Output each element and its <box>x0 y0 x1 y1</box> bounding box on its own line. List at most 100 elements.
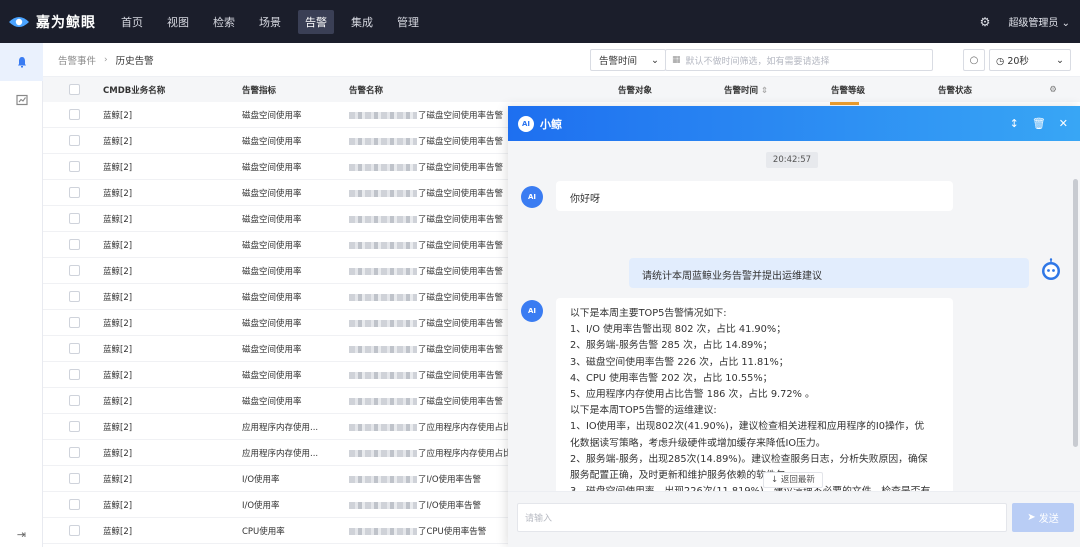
nav-item-5[interactable]: 集成 <box>344 10 380 34</box>
redacted-text <box>349 137 417 145</box>
redacted-text <box>349 449 417 457</box>
refresh-interval-select[interactable]: ◷ 20秒 ⌄ <box>989 49 1071 71</box>
logo-text: 嘉为鲸眼 <box>36 14 96 31</box>
row-checkbox[interactable] <box>69 161 80 172</box>
cell-alert-name-text: 了磁盘空间使用率告警 <box>418 214 504 225</box>
answer-line: 2、服务端-服务，出现285次(14.89%)。建议检查服务日志，分析失败原因，… <box>570 453 928 465</box>
breadcrumb-bar: 告警事件 › 历史告警 告警时间 ⌄ ▦ 默认不做时间筛选，如有需要请选择 ○ … <box>43 43 1080 77</box>
cell-indicator: I/O使用率 <box>242 500 280 511</box>
resize-vertical-icon[interactable]: ↕ <box>1010 117 1019 130</box>
row-checkbox[interactable] <box>69 109 80 120</box>
cell-alert-name-text: 了磁盘空间使用率告警 <box>418 396 504 407</box>
cell-indicator: 磁盘空间使用率 <box>242 318 302 329</box>
left-sidebar: ⇥ <box>0 43 43 547</box>
nav-item-2[interactable]: 检索 <box>206 10 242 34</box>
chevron-down-icon: ⌄ <box>1056 54 1064 66</box>
nav-item-1[interactable]: 视图 <box>160 10 196 34</box>
sidebar-alert-icon[interactable] <box>0 43 43 81</box>
date-range-picker[interactable]: ▦ 默认不做时间筛选，如有需要请选择 <box>665 49 933 71</box>
user-menu[interactable]: 超级管理员 ⌄ <box>1008 14 1070 29</box>
sidebar-expand-icon[interactable]: ⇥ <box>0 528 43 541</box>
cell-biz: 蓝鲸[2] <box>103 292 133 303</box>
breadcrumb-parent[interactable]: 告警事件 <box>58 53 96 67</box>
back-to-latest-button[interactable]: ↓ 返回最新 <box>763 472 823 488</box>
ai-answer-bubble: 以下是本周主要TOP5告警情况如下: 1、I/O 使用率告警出现 802 次，占比… <box>556 298 953 498</box>
cell-indicator: 磁盘空间使用率 <box>242 214 302 225</box>
settings-gear-icon[interactable]: ⚙ <box>980 15 991 29</box>
clear-trash-icon[interactable]: 🗑 <box>1032 117 1046 130</box>
back-to-latest-label: 返回最新 <box>780 475 815 485</box>
cell-alert-name-text: 了CPU使用率告警 <box>418 526 487 537</box>
cell-alert-name-text: 了磁盘空间使用率告警 <box>418 292 504 303</box>
row-checkbox[interactable] <box>69 291 80 302</box>
row-checkbox[interactable] <box>69 369 80 380</box>
chat-scrollbar[interactable] <box>1073 179 1078 447</box>
nav-item-6[interactable]: 管理 <box>390 10 426 34</box>
close-icon[interactable]: ✕ <box>1059 117 1068 130</box>
ai-greeting-bubble: 你好呀 <box>556 181 953 211</box>
cell-alert-name-text: 了I/O使用率告警 <box>418 500 482 511</box>
nav-item-0[interactable]: 首页 <box>114 10 150 34</box>
cell-biz: 蓝鲸[2] <box>103 266 133 277</box>
cell-indicator: 磁盘空间使用率 <box>242 344 302 355</box>
row-checkbox[interactable] <box>69 421 80 432</box>
row-checkbox[interactable] <box>69 317 80 328</box>
send-button[interactable]: ➤ 发送 <box>1012 503 1074 532</box>
col-header-time[interactable]: 告警时间 ⇕ <box>724 84 831 96</box>
cell-biz: 蓝鲸[2] <box>103 162 133 173</box>
ai-answer-text: 以下是本周主要TOP5告警情况如下: 1、I/O 使用率告警出现 802 次，占比… <box>556 298 953 495</box>
ai-avatar-icon: AI <box>521 300 543 322</box>
redacted-text <box>349 241 417 249</box>
row-checkbox[interactable] <box>69 213 80 224</box>
row-checkbox[interactable] <box>69 343 80 354</box>
chat-input[interactable]: 请输入 <box>517 503 1007 532</box>
row-checkbox[interactable] <box>69 135 80 146</box>
chevron-down-icon: ⌄ <box>651 54 659 66</box>
answer-line: 5、应用程序内存使用占比告警 186 次，占比 9.72% 。 <box>570 389 815 401</box>
chat-input-placeholder: 请输入 <box>525 514 553 524</box>
col-header-status: 告警状态 <box>938 85 973 96</box>
col-header-indicator: 告警指标 <box>242 85 277 96</box>
breadcrumb-current: 历史告警 <box>115 55 154 67</box>
sidebar-chart-icon[interactable] <box>0 81 43 119</box>
answer-line: 3、磁盘空间使用率告警 226 次，占比 11.81%； <box>570 356 789 368</box>
cell-biz: 蓝鲸[2] <box>103 136 133 147</box>
answer-line: 1、IO使用率，出现802次(41.90%)，建议检查相关进程和应用程序的I0操… <box>570 421 925 433</box>
row-checkbox[interactable] <box>69 265 80 276</box>
row-checkbox[interactable] <box>69 239 80 250</box>
time-field-select[interactable]: 告警时间 ⌄ <box>590 49 666 71</box>
cell-indicator: 磁盘空间使用率 <box>242 110 302 121</box>
ai-chat-panel: AI 小鲸 ↕ 🗑 ✕ 20:42:57 AI 你好呀 请统计本周蓝鲸业务告警并… <box>508 106 1080 547</box>
user-message-bubble: 请统计本周蓝鲸业务告警并提出运维建议 <box>629 258 1029 288</box>
redacted-text <box>349 111 417 119</box>
app-logo[interactable]: 嘉为鲸眼 <box>0 12 108 32</box>
cell-alert-name-text: 了磁盘空间使用率告警 <box>418 266 504 277</box>
sort-icon[interactable]: ⇕ <box>761 86 768 96</box>
clock-icon: ◷ <box>996 56 1008 67</box>
redacted-text <box>349 189 417 197</box>
row-checkbox[interactable] <box>69 473 80 484</box>
refresh-button[interactable]: ○ <box>963 49 985 71</box>
row-checkbox[interactable] <box>69 499 80 510</box>
nav-item-3[interactable]: 场景 <box>252 10 288 34</box>
cell-biz: 蓝鲸[2] <box>103 188 133 199</box>
nav-item-4[interactable]: 告警 <box>298 9 334 34</box>
select-all-checkbox[interactable] <box>69 84 80 95</box>
col-header-level: 告警等级 <box>831 85 866 96</box>
cell-indicator: 磁盘空间使用率 <box>242 396 302 407</box>
cell-alert-name-text: 了磁盘空间使用率告警 <box>418 240 504 251</box>
row-checkbox[interactable] <box>69 525 80 536</box>
redacted-text <box>349 501 417 509</box>
answer-line: 4、CPU 使用率告警 202 次，占比 10.55%； <box>570 372 773 384</box>
row-checkbox[interactable] <box>69 395 80 406</box>
main-nav: 首页 视图 检索 场景 告警 集成 管理 <box>114 9 436 34</box>
redacted-text <box>349 423 417 431</box>
ai-avatar-icon: AI <box>521 186 543 208</box>
row-checkbox[interactable] <box>69 187 80 198</box>
row-checkbox[interactable] <box>69 447 80 458</box>
column-settings-gear-icon[interactable]: ⚙ <box>1038 85 1068 95</box>
cell-alert-name-text: 了磁盘空间使用率告警 <box>418 162 504 173</box>
cell-biz: 蓝鲸[2] <box>103 422 133 433</box>
send-plane-icon: ➤ <box>1027 512 1039 523</box>
cell-alert-name-text: 了磁盘空间使用率告警 <box>418 318 504 329</box>
